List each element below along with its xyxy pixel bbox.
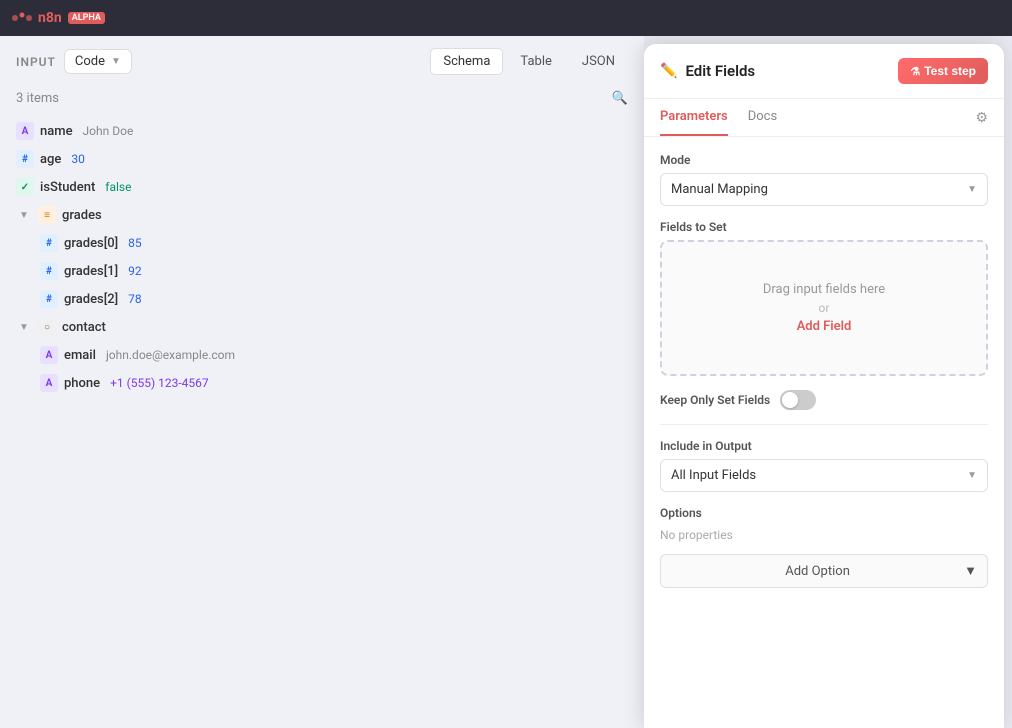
drag-zone-text: Drag input fields here [682, 282, 966, 297]
add-option-button[interactable]: Add Option ▼ [660, 554, 988, 588]
type-badge-hash: # [40, 290, 58, 308]
edit-fields-panel: ✏️ Edit Fields ⚗ Test step Parameters Do… [644, 44, 1004, 728]
tab-json[interactable]: JSON [569, 48, 628, 75]
drag-or-text: or [682, 301, 966, 315]
mode-selector-arrow: ▼ [967, 184, 977, 195]
schema-tabs: Schema Table JSON [430, 48, 628, 75]
list-item: # age 30 [8, 146, 636, 172]
type-badge-hash: # [40, 262, 58, 280]
main-content: INPUT Code ▼ Schema Table JSON 3 items 🔍… [0, 36, 1012, 728]
list-item: # grades[2] 78 [32, 286, 636, 312]
list-item: # grades[0] 85 [32, 230, 636, 256]
panel-body: Mode Manual Mapping ▼ Fields to Set Drag… [644, 137, 1004, 728]
input-header: INPUT Code ▼ Schema Table JSON [0, 36, 644, 87]
tab-docs[interactable]: Docs [748, 99, 777, 136]
chevron-down-icon[interactable]: ▼ [16, 322, 32, 333]
tab-parameters[interactable]: Parameters [660, 99, 728, 136]
include-output-selector[interactable]: All Input Fields ▼ [660, 459, 988, 492]
type-badge-list: ≡ [38, 206, 56, 224]
add-option-arrow: ▼ [964, 563, 977, 579]
type-badge-check: ✓ [16, 178, 34, 196]
toggle-knob [782, 392, 798, 408]
items-bar: 3 items 🔍 [0, 87, 644, 114]
gear-icon[interactable]: ⚙ [975, 110, 988, 126]
data-tree: A name John Doe # age 30 ✓ isStudent fal… [0, 114, 644, 728]
panel-title: ✏️ Edit Fields [660, 62, 755, 80]
left-panel: INPUT Code ▼ Schema Table JSON 3 items 🔍… [0, 36, 644, 728]
divider [660, 424, 988, 425]
mode-selector[interactable]: Manual Mapping ▼ [660, 173, 988, 206]
list-item: A email john.doe@example.com [32, 342, 636, 368]
top-bar: n8n ALPHA [0, 0, 1012, 36]
keep-only-toggle[interactable] [780, 390, 816, 410]
panel-header: ✏️ Edit Fields ⚗ Test step [644, 44, 1004, 99]
type-badge-a: A [16, 122, 34, 140]
type-badge-hash: # [16, 150, 34, 168]
add-field-link[interactable]: Add Field [797, 319, 852, 334]
input-label: INPUT [16, 55, 56, 69]
code-selector-arrow: ▼ [111, 56, 121, 67]
pencil-icon: ✏️ [660, 63, 677, 79]
include-output-arrow: ▼ [967, 470, 977, 481]
type-badge-obj: ○ [38, 318, 56, 336]
no-properties-text: No properties [660, 528, 988, 542]
type-badge-a: A [40, 346, 58, 364]
code-selector[interactable]: Code ▼ [64, 49, 132, 74]
keep-only-label: Keep Only Set Fields [660, 393, 770, 407]
flask-icon: ⚗ [910, 65, 920, 78]
drag-zone[interactable]: Drag input fields here or Add Field [660, 240, 988, 376]
logo-text: n8n [38, 10, 62, 26]
list-item: # grades[1] 92 [32, 258, 636, 284]
search-icon[interactable]: 🔍 [612, 91, 628, 106]
mode-label: Mode [660, 153, 988, 167]
logo: n8n ALPHA [12, 10, 105, 26]
list-item: ▼ ○ contact [8, 314, 636, 340]
fields-to-set-label: Fields to Set [660, 220, 988, 234]
list-item: A phone +1 (555) 123-4567 [32, 370, 636, 396]
options-label: Options [660, 506, 988, 520]
type-badge-hash: # [40, 234, 58, 252]
type-badge-a: A [40, 374, 58, 392]
panel-tabs: Parameters Docs ⚙ [644, 99, 1004, 137]
list-item: A name John Doe [8, 118, 636, 144]
items-count: 3 items [16, 91, 59, 106]
include-output-label: Include in Output [660, 439, 988, 453]
keep-only-row: Keep Only Set Fields [660, 390, 988, 410]
test-step-button[interactable]: ⚗ Test step [898, 58, 988, 84]
tab-schema[interactable]: Schema [430, 48, 503, 75]
logo-icon [12, 11, 32, 25]
list-item: ✓ isStudent false [8, 174, 636, 200]
logo-badge: ALPHA [68, 12, 105, 24]
chevron-down-icon[interactable]: ▼ [16, 210, 32, 221]
tab-table[interactable]: Table [507, 48, 564, 75]
list-item: ▼ ≡ grades [8, 202, 636, 228]
